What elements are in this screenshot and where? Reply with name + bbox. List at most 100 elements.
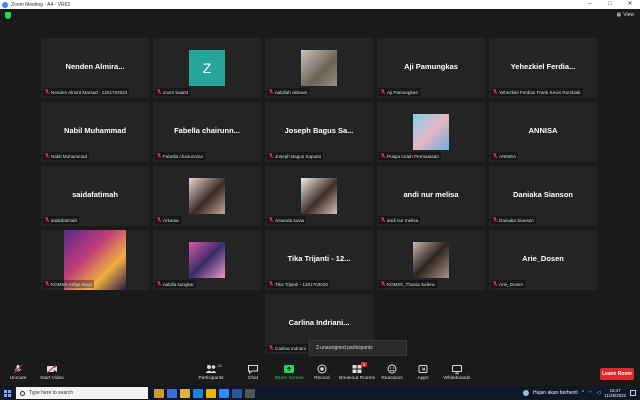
participant-name-text: Tika Trijanti - 1201703020 — [275, 281, 328, 287]
participant-tile[interactable]: KOM5X-Arifga Bayu — [41, 230, 149, 290]
participant-display-name: Nabil Muhammad — [63, 126, 127, 135]
participant-photo — [301, 178, 337, 214]
zoom-app-icon — [2, 1, 8, 8]
participant-tile[interactable]: Daniaka Sianson Daniaka Sianson — [489, 166, 597, 226]
taskbar-search[interactable]: Type here to search — [16, 387, 148, 399]
mic-muted-icon — [493, 89, 497, 95]
participant-name-text: zoom baa04 — [163, 89, 189, 95]
participant-name-text: Nenden Almira Marsad - 1201703022 — [51, 89, 128, 95]
participant-name-text: nabilla sungkar — [163, 281, 194, 287]
participant-tile[interactable]: Joseph Bagus Sa... Joseph Bagus Saputra — [265, 102, 373, 162]
start-video-button[interactable]: Start Video — [30, 364, 74, 381]
zoom-taskbar-icon[interactable] — [219, 388, 229, 398]
participant-tile[interactable]: nabilla sungkar — [153, 230, 261, 290]
window-title: Zoom Meeting - A4 - VR63 — [11, 1, 71, 8]
participant-tile[interactable]: Zzoom baa04 — [153, 38, 261, 98]
file-explorer-icon[interactable] — [180, 388, 190, 398]
share-screen-icon — [283, 364, 295, 374]
taskbar-clock[interactable]: 18:47 11/28/2022 — [604, 388, 626, 398]
participant-tile[interactable]: Puspa Indah Permatasari — [377, 102, 485, 162]
participant-display-name: ANNISA — [528, 126, 558, 135]
participant-display-name: Carlina Indriani... — [288, 318, 350, 327]
participant-tile[interactable]: Tika Trijanti - 12... Tika Trijanti - 120… — [265, 230, 373, 290]
meeting-toolbar: Unmute Start Video 21 Participants Chat … — [0, 362, 640, 386]
participants-icon: 21 — [205, 363, 222, 374]
participant-name-text: Carlina Indriani — [275, 345, 306, 351]
participant-tile[interactable]: ANNISA ANNISA — [489, 102, 597, 162]
weather-text[interactable]: Hujan akan berhenti — [533, 390, 578, 396]
participant-tile[interactable]: Aji Pamungkas Aji Pamungkas — [377, 38, 485, 98]
participant-name-label: Fabella chairunniza — [155, 152, 205, 160]
word-icon[interactable] — [232, 388, 242, 398]
mic-muted-icon — [269, 153, 273, 159]
windows-taskbar: Type here to search Hujan akan berhenti … — [0, 386, 640, 400]
participant-display-name: andi nur melisa — [403, 190, 459, 199]
mic-muted-icon — [45, 89, 49, 95]
participant-photo — [301, 50, 337, 86]
participant-name-label: Nenden Almira Marsad - 1201703022 — [43, 88, 130, 96]
participant-tile[interactable]: nabillah wibowo — [265, 38, 373, 98]
mic-muted-icon — [157, 89, 161, 95]
chrome-icon[interactable] — [206, 388, 216, 398]
participant-name-text: Aji Pamungkas — [387, 89, 418, 95]
mic-muted-icon — [381, 153, 385, 159]
whiteboards-label: Whiteboards — [443, 376, 471, 381]
participant-display-name: Joseph Bagus Sa... — [284, 126, 354, 135]
maximize-button[interactable]: □ — [600, 0, 620, 9]
participant-name-text: Amanda sovia — [275, 217, 305, 223]
participant-name-text: Joseph Bagus Saputra — [275, 153, 322, 159]
participant-tile[interactable]: Arkania — [153, 166, 261, 226]
volume-icon[interactable]: ◁ — [596, 390, 600, 396]
participant-tile[interactable]: KOM2X_Thania Safera — [377, 230, 485, 290]
participant-name-text: KOM5X-Arifga Bayu — [51, 281, 93, 287]
participant-name-label: nabilla sungkar — [155, 280, 196, 288]
wifi-icon[interactable]: ◠ — [588, 390, 592, 396]
notification-icon[interactable] — [630, 390, 636, 396]
security-shield-icon[interactable] — [5, 12, 11, 19]
whiteboards-button[interactable]: Whiteboards — [435, 364, 479, 381]
participant-tile[interactable]: Arie_Dosen Arie_Dosen — [489, 230, 597, 290]
participant-tile[interactable]: Fabella chairunn... Fabella chairunniza — [153, 102, 261, 162]
participant-tile[interactable]: Nabil Muhammad Nabil Muhammad — [41, 102, 149, 162]
video-off-icon — [46, 364, 58, 374]
gift-app-icon[interactable] — [154, 388, 164, 398]
participant-name-label: zoom baa04 — [155, 88, 191, 96]
participant-display-name: Fabella chairunn... — [174, 126, 240, 135]
mic-muted-icon — [493, 153, 497, 159]
participant-tile[interactable]: Nenden Almira... Nenden Almira Marsad - 1… — [41, 38, 149, 98]
whiteboard-icon — [451, 364, 463, 374]
tray-chevron-icon[interactable]: ^ — [582, 390, 584, 396]
participant-name-text: saidafatimah — [51, 217, 78, 223]
leave-room-button[interactable]: Leave Room — [600, 368, 634, 380]
window-controls: – □ ✕ — [580, 0, 640, 9]
participants-button[interactable]: 21 Participants — [189, 363, 233, 381]
participant-name-label: Amanda sovia — [267, 216, 307, 224]
participant-tile[interactable]: andi nur melisa andi nur melisa — [377, 166, 485, 226]
start-button[interactable] — [0, 386, 14, 400]
participant-tile[interactable]: saidafatimah saidafatimah — [41, 166, 149, 226]
clock-date: 11/28/2022 — [604, 393, 626, 398]
unassigned-participants-toast[interactable]: 3 unassigned participants — [309, 340, 407, 356]
taskbar-apps — [154, 388, 255, 398]
view-button[interactable]: ▦ View — [617, 12, 634, 18]
start-video-label: Start Video — [40, 376, 64, 381]
mic-muted-icon — [381, 217, 385, 223]
participant-tile[interactable]: Amanda sovia — [265, 166, 373, 226]
record-icon — [316, 364, 328, 374]
participant-photo — [413, 242, 449, 278]
participant-name-label: Arie_Dosen — [491, 280, 526, 288]
participant-name-label: Daniaka Sianson — [491, 216, 536, 224]
participant-name-label: KOM2X_Thania Safera — [379, 280, 437, 288]
minimize-button[interactable]: – — [580, 0, 600, 9]
mic-muted-icon — [493, 281, 497, 287]
participant-tile[interactable]: Yehezkiel Ferdia... Yehezkiel Ferdian Fra… — [489, 38, 597, 98]
mic-muted-icon — [157, 281, 161, 287]
close-button[interactable]: ✕ — [620, 0, 640, 9]
participants-label: Participants — [198, 376, 224, 381]
app-icon[interactable] — [245, 388, 255, 398]
participant-name-label: Arkania — [155, 216, 181, 224]
task-view-icon[interactable] — [167, 388, 177, 398]
participant-name-text: Nabil Muhammad — [51, 153, 87, 159]
edge-icon[interactable] — [193, 388, 203, 398]
participant-display-name: Yehezkiel Ferdia... — [510, 62, 576, 71]
